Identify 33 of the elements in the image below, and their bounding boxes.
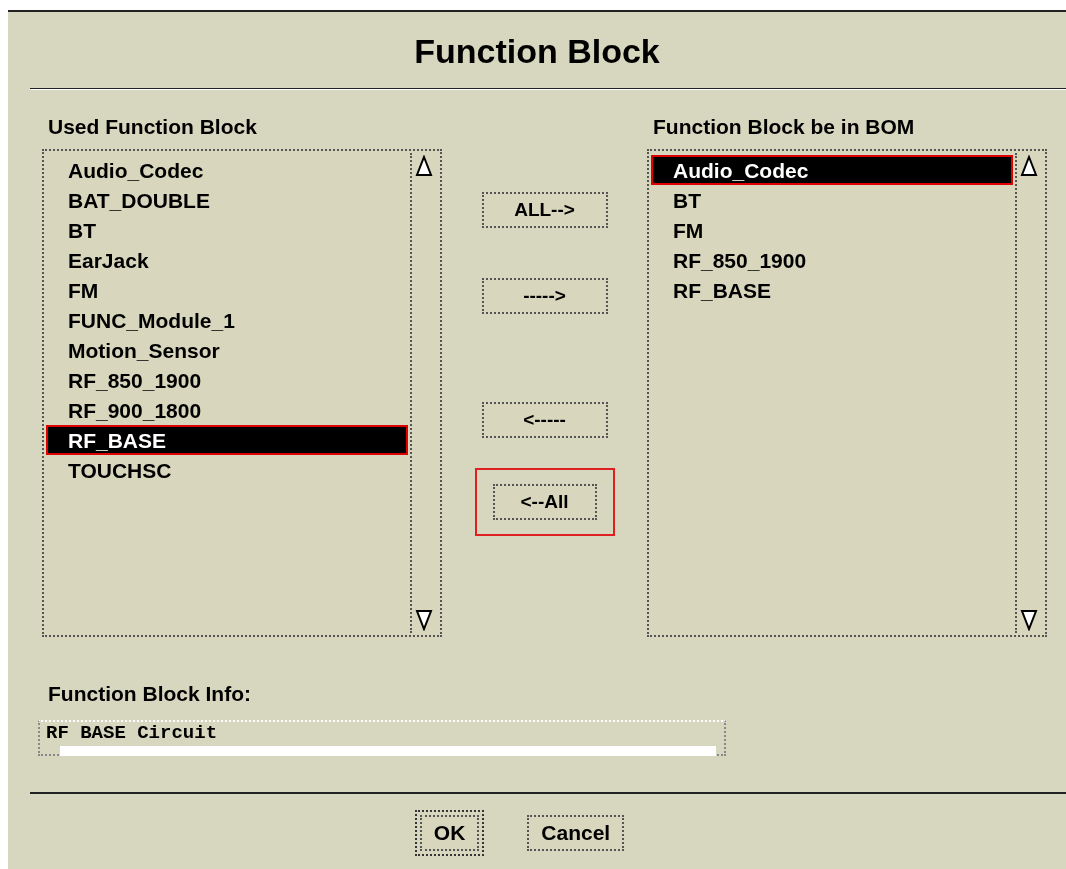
dialog-button[interactable]: Cancel — [527, 815, 625, 851]
move-button[interactable]: <--All — [492, 484, 597, 520]
info-field[interactable]: RF BASE Circuit — [38, 720, 726, 756]
list-item[interactable]: Audio_Codec — [46, 155, 408, 185]
list-item[interactable]: EarJack — [46, 245, 408, 275]
move-button[interactable]: <----- — [481, 402, 608, 438]
list-item[interactable]: BT — [651, 185, 1013, 215]
list-item[interactable]: RF_900_1800 — [46, 395, 408, 425]
list-item[interactable]: FM — [651, 215, 1013, 245]
list-box[interactable]: Audio_Codec BAT_DOUBLE BT EarJack FM FUNC_Module_1 Motion_Sensor RF_850_1900 RF_900_1800 RF_BASE TOUCHSC — [42, 149, 442, 637]
scroll-up-icon[interactable] — [1020, 155, 1038, 177]
list-item[interactable]: FUNC_Module_1 — [46, 305, 408, 335]
move-button[interactable]: ALL--> — [481, 192, 608, 228]
list-item[interactable]: RF_BASE — [651, 275, 1013, 305]
list-item[interactable]: RF_BASE — [46, 425, 408, 455]
info-label: Function Block Info: — [48, 683, 252, 704]
scroll-down-icon[interactable] — [1020, 609, 1038, 631]
list-item[interactable]: RF_850_1900 — [651, 245, 1013, 275]
scroll-down-icon[interactable] — [415, 609, 433, 631]
list-item[interactable]: FM — [46, 275, 408, 305]
dialog-button[interactable]: OK — [419, 815, 480, 851]
move-button[interactable]: -----> — [481, 278, 608, 314]
list-label: Function Block be in BOM — [653, 116, 916, 137]
list-item[interactable]: TOUCHSC — [46, 455, 408, 485]
scroll-up-icon[interactable] — [415, 155, 433, 177]
list-item[interactable]: Motion_Sensor — [46, 335, 408, 365]
list-item[interactable]: BT — [46, 215, 408, 245]
list-item[interactable]: BAT_DOUBLE — [46, 185, 408, 215]
list-box[interactable]: Audio_Codec BT FM RF_850_1900 RF_BASE — [647, 149, 1047, 637]
list-label: Used Function Block — [48, 116, 258, 137]
window-title: Function Block — [414, 34, 660, 68]
list-item[interactable]: RF_850_1900 — [46, 365, 408, 395]
list-item[interactable]: Audio_Codec — [651, 155, 1013, 185]
